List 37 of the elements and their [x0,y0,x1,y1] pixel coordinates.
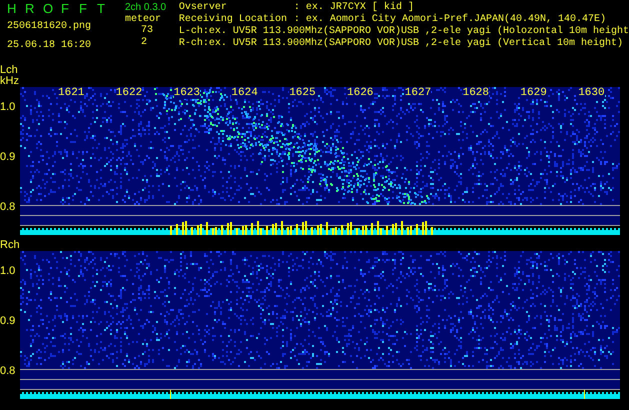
info-label: L-ch:ex. UV5R 113.900Mhz(SAPPORO VOR)USB ,2-ele yagi (Holozontal 10m height [178,26,629,38]
axis-label: 0.8 [0,365,16,377]
logo-letter: R [25,2,35,16]
info-label: Ovserver [178,2,228,14]
unit-label: kHz [0,76,20,87]
axis-label: 0.9 [0,315,16,327]
channel-label: Rch [0,239,20,251]
frequency-label: 1629 [520,87,547,99]
logo-letter: O [43,2,53,16]
channel-label: Lch [0,64,19,76]
axis-label: 1.0 [0,101,16,113]
axis-label: 0.8 [0,201,16,213]
frequency-label: 1624 [231,87,258,99]
axis-label: 0.9 [0,151,16,163]
frequency-label: 1627 [404,87,432,99]
frequency-label: 1621 [58,87,84,99]
frequency-label: 1623 [174,87,200,99]
frequency-label: 1625 [289,87,316,99]
logo-letter: H [7,2,17,16]
info-value: : ex. Aomori City Aomori-Pref.JAPAN(40.49N, 140.47E) [294,14,606,26]
meteor-label: meteor [124,14,161,25]
frequency-label: 1628 [462,87,489,99]
filename: 2506181620.png [7,21,92,33]
frequency-label: 1630 [578,87,605,99]
datetime: 25.06.18 16:20 [7,40,92,52]
frequency-label: 1626 [347,87,374,99]
logo-letter: T [97,2,106,16]
meteor-count: 73 [140,25,153,37]
frequency-label: 1622 [116,87,142,99]
version-label: 2ch 0.3.0 [124,2,166,14]
info-value: : ex. JR7CYX [ kid ] [294,2,414,14]
logo-letter: F [61,2,70,16]
axis-label: 1.0 [0,265,16,277]
meteor-count: 2 [140,37,147,49]
logo-letter: F [79,2,88,16]
info-label: R-ch:ex. UV5R 113.900Mhz(SAPPORO VOR)USB ,2-ele yagi (Vertical 10m height) [178,38,623,50]
info-label: Receiving Location [178,14,288,26]
